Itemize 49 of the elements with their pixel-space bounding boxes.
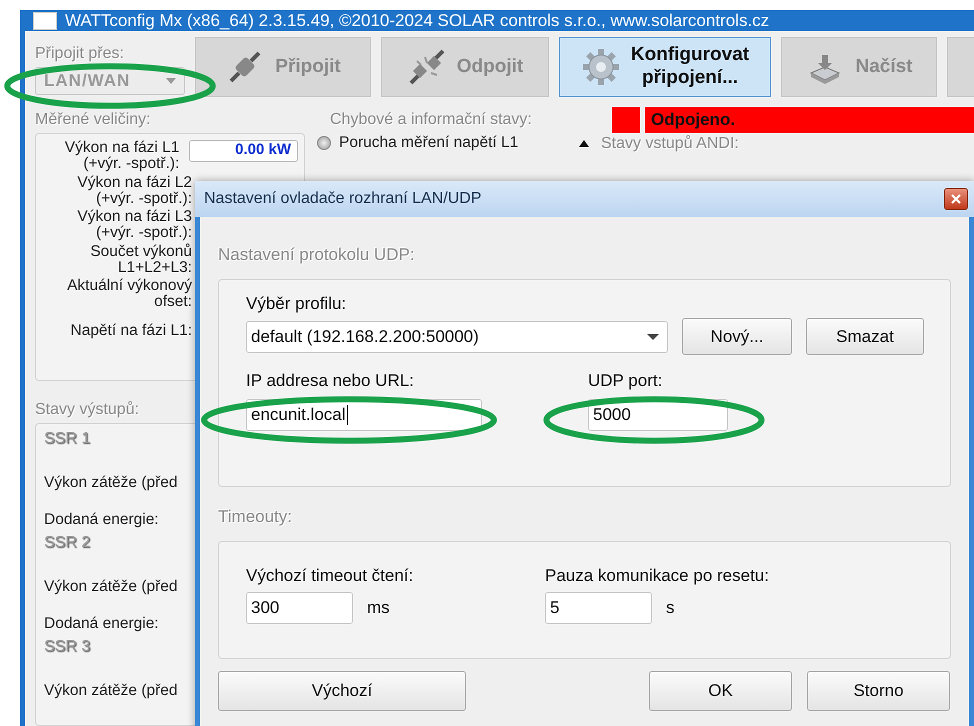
unit-label: s bbox=[666, 598, 674, 618]
section-label: Nastavení protokolu UDP: bbox=[218, 245, 416, 265]
output-name: SSR 1 bbox=[44, 430, 92, 449]
scroll-up-icon[interactable] bbox=[579, 140, 589, 146]
section-label: Stavy výstupů: bbox=[35, 401, 140, 419]
close-icon bbox=[950, 193, 962, 205]
output-label: Výkon zátěže (před bbox=[44, 578, 179, 597]
profile-dropdown[interactable]: default (192.168.2.200:50000) bbox=[246, 320, 668, 352]
dialog-button[interactable]: OK bbox=[649, 671, 792, 711]
timeout-input[interactable]: 300 bbox=[246, 592, 353, 624]
field-label: IP addresa nebo URL: bbox=[246, 371, 414, 391]
section-label: Timeouty: bbox=[218, 507, 294, 527]
field-label: Připojit přes: bbox=[35, 45, 124, 63]
caret-icon bbox=[647, 334, 659, 340]
measurement-label: Součet výkonů L1+L2+L3: bbox=[89, 244, 192, 276]
section-label: Měřené veličiny: bbox=[35, 111, 152, 129]
dialog-button[interactable]: Výchozí bbox=[218, 671, 466, 711]
field-label: Výchozí timeout čtení: bbox=[246, 566, 414, 586]
caret-icon bbox=[166, 78, 176, 84]
close-button[interactable] bbox=[944, 188, 968, 210]
status-indicator bbox=[612, 107, 640, 133]
output-label: Dodaná energie: bbox=[44, 615, 160, 634]
dialog-button[interactable]: Storno bbox=[807, 671, 950, 711]
output-label: Výkon zátěže (před bbox=[44, 474, 179, 493]
pause-input[interactable]: 5 bbox=[545, 592, 652, 624]
gear-icon bbox=[580, 47, 621, 87]
section-label: Stavy vstupů ANDI: bbox=[601, 135, 739, 153]
status-bar: Odpojeno. bbox=[645, 107, 974, 133]
field-label: Výběr profilu: bbox=[246, 294, 348, 314]
dialog-button[interactable]: Nový... bbox=[682, 318, 792, 355]
output-name: SSR 3 bbox=[44, 638, 92, 657]
field-label: Pauza komunikace po resetu: bbox=[545, 566, 769, 586]
window-title: WATTconfig Mx (x86_64) 2.3.15.49, ©2010-2024 SOLAR controls s.r.o., www.solarcontrols.cz bbox=[65, 10, 770, 30]
unit-label: ms bbox=[367, 598, 390, 618]
measurement-label: Napětí na fázi L1: bbox=[70, 322, 192, 339]
measurement-label: Výkon na fázi L2 (+výr. -spotř.): bbox=[76, 174, 192, 208]
toolbar-button[interactable]: Konfigurovat připojení... bbox=[559, 37, 771, 97]
output-name: SSR 2 bbox=[44, 534, 92, 553]
app-icon bbox=[33, 12, 57, 30]
dialog-title: Nastavení ovladače rozhraní LAN/UDP bbox=[204, 190, 482, 208]
section-label: Chybové a informační stavy: bbox=[330, 111, 533, 129]
measurement-label: Aktuální výkonový ofset: bbox=[66, 278, 192, 311]
value-field: 0.00 kW bbox=[189, 140, 298, 162]
field-label: UDP port: bbox=[588, 371, 662, 391]
measurement-label: Výkon na fázi L3 (+výr. -spotř.): bbox=[76, 209, 192, 242]
status-item: Porucha měření napětí L1 bbox=[339, 134, 518, 152]
dialog-button[interactable]: Smazat bbox=[806, 318, 924, 355]
measurement-label: Výkon na fázi L1 (+výr. -spotř.): bbox=[64, 140, 180, 173]
output-label: Výkon zátěže (před bbox=[44, 682, 179, 701]
